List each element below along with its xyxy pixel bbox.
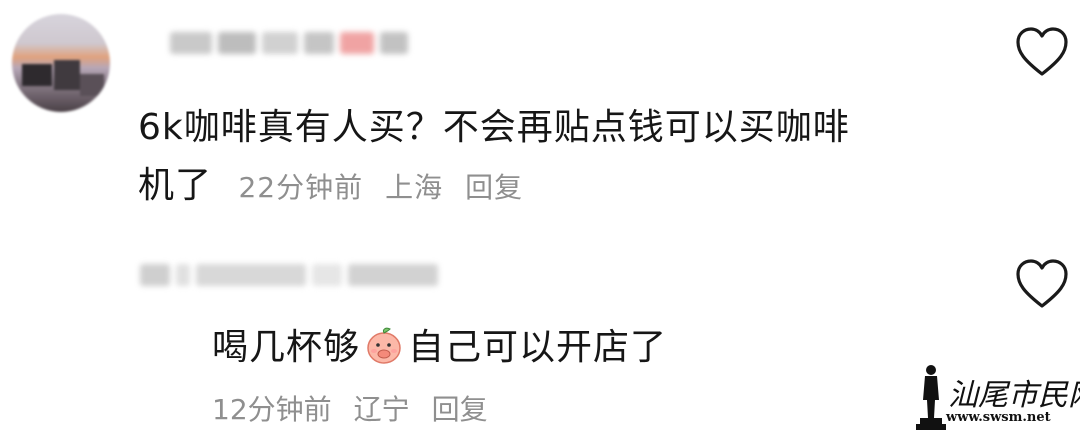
watermark: 汕尾市民网 www.swsm.net bbox=[916, 362, 1080, 432]
peach-covering-mouth-emoji bbox=[367, 327, 401, 364]
comment-text-part: 喝几杯够 bbox=[212, 327, 361, 368]
heart-outline-icon[interactable] bbox=[1014, 26, 1070, 78]
comment-text-line: 喝几杯够 自己可以开店了 bbox=[212, 316, 667, 380]
comment-meta: 22分钟前 上海 回复 bbox=[238, 171, 523, 204]
reply-button[interactable]: 回复 bbox=[432, 393, 488, 426]
comment-location: 辽宁 bbox=[353, 393, 410, 426]
comment-time: 22分钟前 bbox=[238, 171, 364, 204]
heart-outline-icon[interactable] bbox=[1014, 258, 1070, 310]
comment-text-continuation: 机了 bbox=[138, 165, 213, 206]
comment-text-part: 自己可以开店了 bbox=[408, 327, 668, 368]
username-blurred[interactable] bbox=[140, 260, 438, 290]
comment-meta: 12分钟前 辽宁 回复 bbox=[212, 388, 488, 428]
watermark-title: 汕尾市民网 bbox=[948, 378, 1080, 413]
username-blurred[interactable] bbox=[170, 28, 408, 58]
comment-text-line: 6k咖啡真有人买？不会再贴点钱可以买咖啡 bbox=[138, 107, 850, 148]
reply-button[interactable]: 回复 bbox=[465, 171, 523, 204]
comment-location: 上海 bbox=[385, 171, 444, 204]
comment-time: 12分钟前 bbox=[212, 393, 332, 426]
comment-text-line: 机了 22分钟前 上海 回复 bbox=[138, 154, 523, 220]
watermark-url: www.swsm.net bbox=[946, 410, 1051, 425]
statue-logo bbox=[916, 365, 946, 430]
avatar[interactable] bbox=[12, 14, 110, 112]
